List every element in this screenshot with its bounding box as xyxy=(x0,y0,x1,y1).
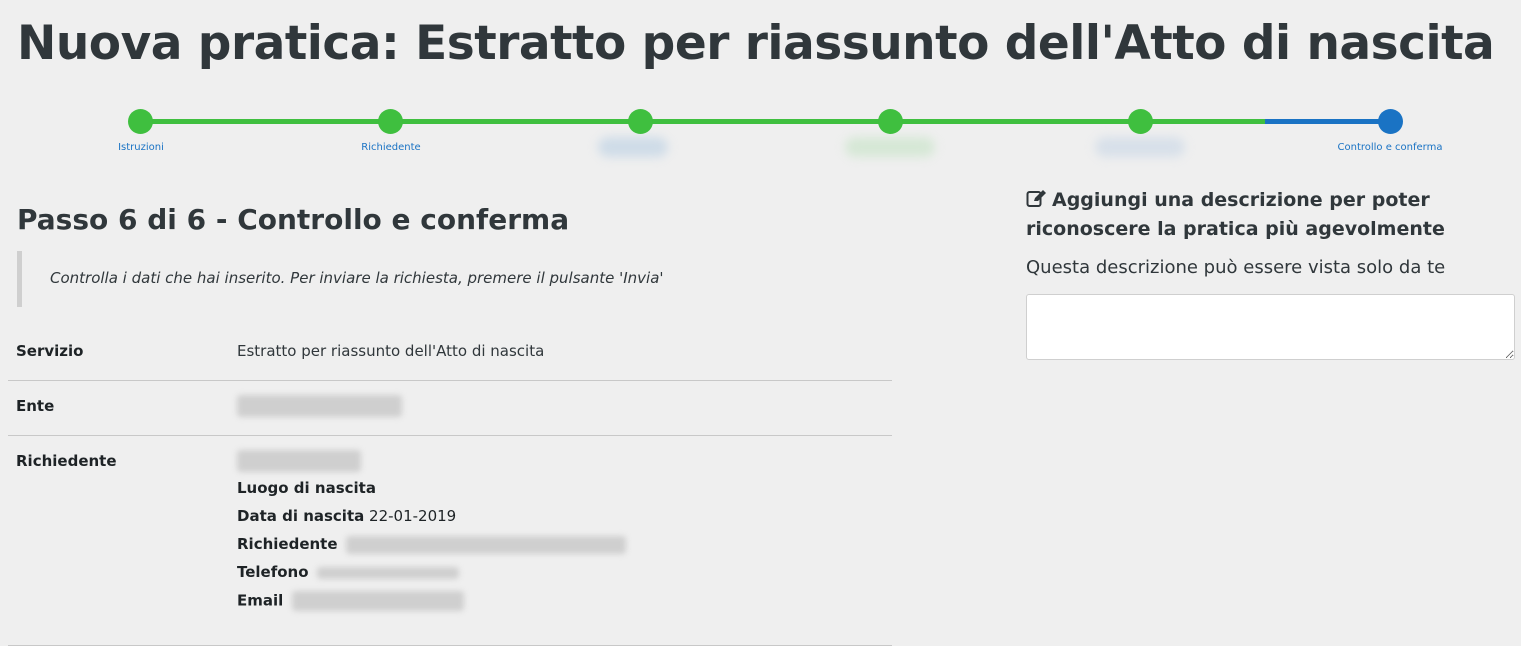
description-title-text: Aggiungi una descrizione per poter ricon… xyxy=(1026,189,1445,240)
instruction-note: Controlla i dati che hai inserito. Per i… xyxy=(17,251,664,307)
servizio-value: Estratto per riassunto dell'Atto di nasc… xyxy=(237,342,545,360)
data-nascita-line: Data di nascita 22-01-2019 xyxy=(237,507,456,525)
telefono-line: Telefono xyxy=(237,563,460,581)
luogo-nascita-label: Luogo di nascita xyxy=(237,479,376,497)
summary-row-richiedente: Richiedente Luogo di nascita Data di nas… xyxy=(8,436,892,646)
email-label: Email xyxy=(237,591,284,610)
step-heading: Passo 6 di 6 - Controllo e conferma xyxy=(17,203,570,236)
richiedente-label: Richiedente xyxy=(16,452,117,470)
ente-value-redacted xyxy=(237,395,402,417)
stepper-label-redacted xyxy=(845,137,935,157)
step-3-dot[interactable] xyxy=(628,109,653,134)
step-5-dot[interactable] xyxy=(1128,109,1153,134)
richiedente-detail-line: Richiedente xyxy=(237,535,627,554)
description-title: Aggiungi una descrizione per poter ricon… xyxy=(1026,186,1506,244)
description-textarea[interactable] xyxy=(1026,294,1515,360)
data-nascita-label: Data di nascita xyxy=(237,507,365,525)
step-2-dot[interactable] xyxy=(378,109,403,134)
description-subtitle: Questa descrizione può essere vista solo… xyxy=(1026,257,1446,278)
richiedente-detail-redacted xyxy=(346,535,627,554)
email-line: Email xyxy=(237,591,465,611)
step-6-label[interactable]: Controllo e conferma xyxy=(1338,142,1443,153)
stepper-label-redacted xyxy=(1095,137,1185,157)
servizio-label: Servizio xyxy=(16,342,84,360)
email-redacted xyxy=(292,591,465,611)
stepper-track-current xyxy=(1265,119,1390,124)
step-1-dot[interactable] xyxy=(128,109,153,134)
summary-table: Servizio Estratto per riassunto dell'Att… xyxy=(8,326,892,646)
telefono-redacted xyxy=(317,566,460,579)
luogo-nascita-line: Luogo di nascita xyxy=(237,479,376,497)
richiedente-name-redacted xyxy=(237,450,361,472)
summary-row-ente: Ente xyxy=(8,381,892,436)
stepper-track-completed xyxy=(141,119,1265,124)
progress-stepper: Istruzioni Richiedente Controllo e confe… xyxy=(0,100,1521,170)
step-4-dot[interactable] xyxy=(878,109,903,134)
stepper-label-redacted xyxy=(598,137,668,157)
summary-row-servizio: Servizio Estratto per riassunto dell'Att… xyxy=(8,326,892,381)
edit-icon xyxy=(1026,190,1046,207)
step-2-label[interactable]: Richiedente xyxy=(361,142,420,153)
richiedente-detail-label: Richiedente xyxy=(237,535,338,553)
telefono-label: Telefono xyxy=(237,563,309,581)
step-1-label[interactable]: Istruzioni xyxy=(118,142,164,153)
step-6-dot[interactable] xyxy=(1378,109,1403,134)
ente-label: Ente xyxy=(16,397,55,415)
data-nascita-value: 22-01-2019 xyxy=(369,507,457,525)
page-title: Nuova pratica: Estratto per riassunto de… xyxy=(17,16,1495,71)
